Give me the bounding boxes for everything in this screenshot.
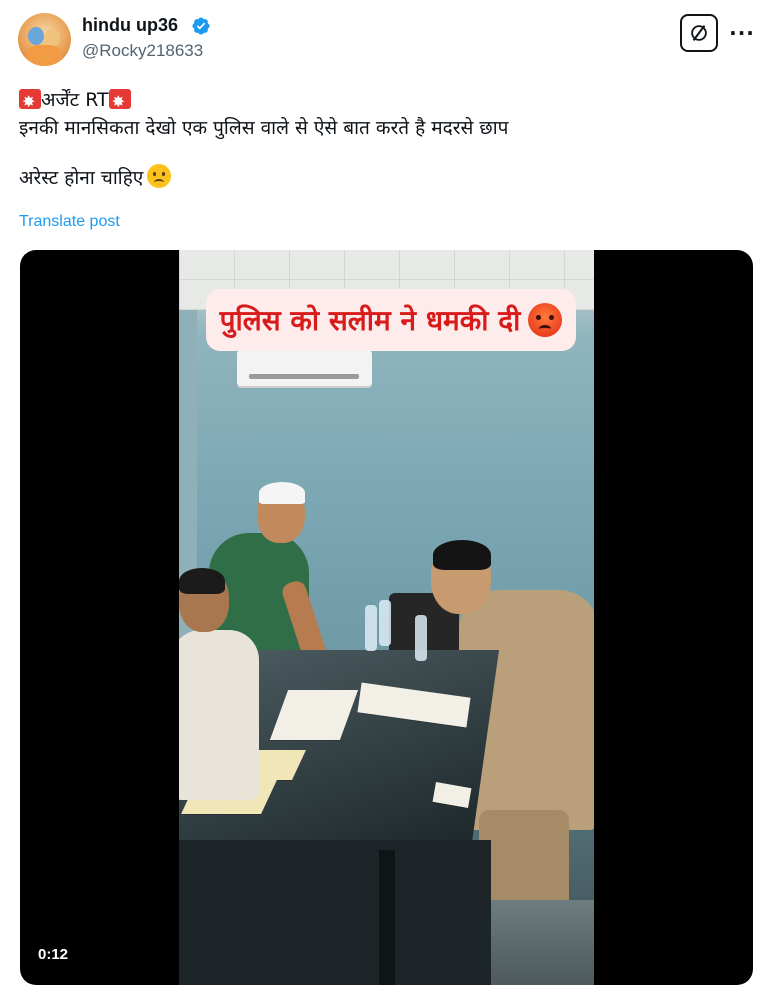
more-horizontal-icon: ··· (729, 21, 755, 45)
post-header: hindu up36 @Rocky218633 ··· (0, 0, 768, 72)
avatar[interactable] (18, 13, 71, 66)
water-bottle (415, 615, 427, 661)
translate-post-link[interactable]: Translate post (19, 213, 120, 231)
standing-man-cap (259, 482, 305, 504)
desk-leg (379, 850, 395, 985)
water-bottle (365, 605, 377, 651)
post-line-2: इनकी मानसिकता देखो एक पुलिस वाले से ऐसे … (19, 117, 509, 139)
video-player[interactable]: पुलिस को सलीम ने धमकी दी 0:12 (20, 250, 753, 985)
police-officer-hair (433, 540, 491, 570)
grok-icon (691, 25, 707, 41)
water-bottle (379, 600, 391, 646)
video-timestamp: 0:12 (32, 943, 75, 966)
post-line-1: अर्जेंट RT (19, 86, 739, 116)
slightly-frowning-face-emoji (147, 164, 172, 188)
post-body: अर्जेंट RT इनकी मानसिकता देखो एक पुलिस व… (19, 86, 739, 192)
seated-man-hair (179, 568, 225, 594)
author-display-name[interactable]: hindu up36 (82, 15, 178, 36)
video-frame[interactable]: पुलिस को सलीम ने धमकी दी (179, 250, 594, 985)
post-line-3-text: अरेस्ट होना चाहिए (19, 167, 144, 189)
avatar-figure-left (28, 27, 44, 45)
rotating-light-emoji (19, 88, 41, 116)
author-handle[interactable]: @Rocky218633 (82, 41, 203, 61)
rotating-light-emoji (108, 88, 131, 116)
video-caption-banner: पुलिस को सलीम ने धमकी दी (206, 289, 576, 351)
air-conditioner (237, 350, 372, 386)
grok-button[interactable] (680, 14, 718, 52)
post-line-1-text: अर्जेंट RT (41, 89, 109, 111)
avatar-figure-body (26, 45, 62, 66)
video-caption-text: पुलिस को सलीम ने धमकी दी (219, 304, 521, 337)
post-line-3: अरेस्ट होना चाहिए (19, 164, 739, 192)
angry-face-emoji (528, 303, 563, 337)
desk-front (179, 840, 491, 985)
verified-badge-icon (192, 17, 210, 35)
more-options-button[interactable]: ··· (729, 20, 755, 46)
seated-man-body (179, 630, 259, 800)
